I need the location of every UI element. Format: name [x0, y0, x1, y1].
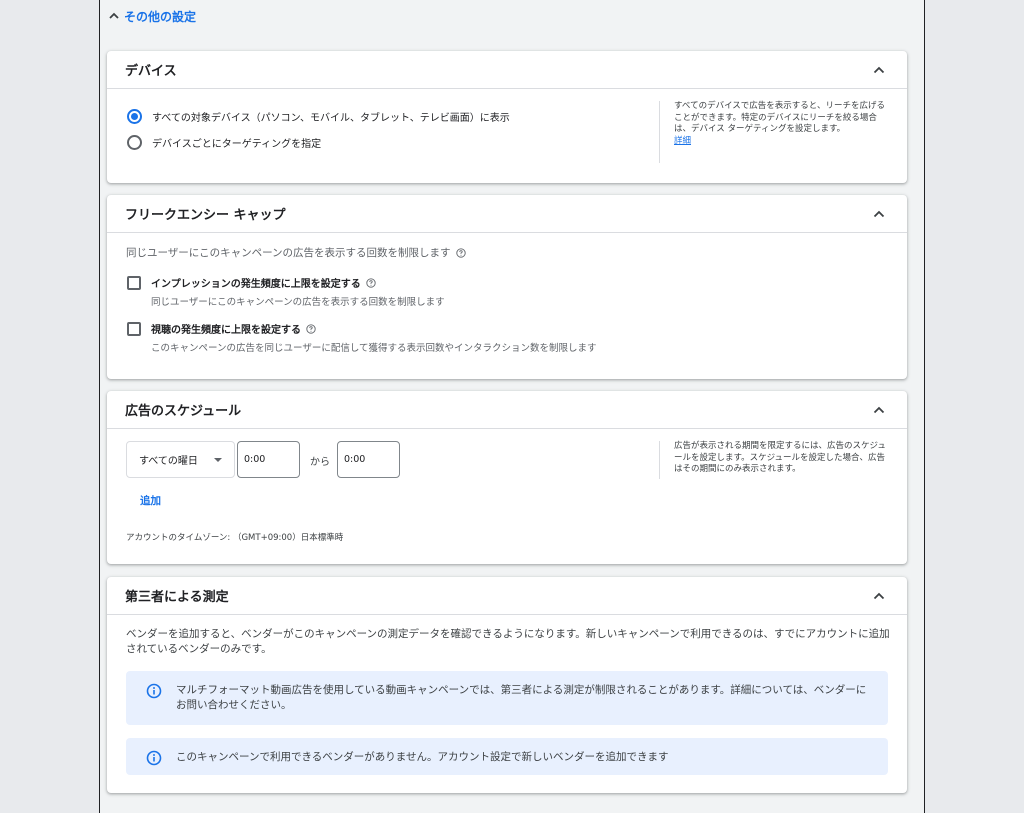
device-card-header: デバイス: [107, 51, 907, 89]
device-help-text: すべてのデバイスで広告を表示すると、リーチを広げることができます。特定のデバイス…: [674, 101, 885, 134]
chevron-up-icon[interactable]: [869, 60, 889, 80]
multiformat-notice: マルチフォーマット動画広告を使用している動画キャンペーンでは、第三者による測定が…: [126, 671, 888, 725]
impression-cap-label-row: インプレッションの発生頻度に上限を設定する: [151, 275, 445, 290]
day-select[interactable]: すべての曜日: [126, 441, 235, 478]
device-card-title: デバイス: [125, 64, 177, 79]
device-option-all-label: すべての対象デバイス（パソコン、モバイル、タブレット、テレビ画面）に表示: [152, 113, 510, 124]
frequency-description: 同じユーザーにこのキャンペーンの広告を表示する回数を制限します: [126, 245, 466, 260]
third-party-card-title: 第三者による測定: [125, 590, 229, 605]
device-help-link[interactable]: 詳細: [674, 136, 691, 146]
add-schedule-button[interactable]: 追加: [140, 493, 161, 508]
radio-unselected[interactable]: [127, 135, 142, 150]
device-option-all[interactable]: すべての対象デバイス（パソコン、モバイル、タブレット、テレビ画面）に表示: [127, 109, 510, 124]
start-time-input[interactable]: 0:00: [237, 441, 300, 478]
radio-selected[interactable]: [127, 109, 142, 124]
dropdown-caret-icon: [214, 457, 222, 462]
other-settings-title: その他の設定: [124, 9, 197, 24]
device-option-custom-label: デバイスごとにターゲティングを指定: [152, 139, 322, 150]
end-time-input[interactable]: 0:00: [337, 441, 400, 478]
help-circle-icon[interactable]: [306, 323, 316, 334]
help-circle-icon[interactable]: [366, 277, 376, 288]
frequency-card-header: フリークエンシー キャップ: [107, 195, 907, 233]
third-party-card-header: 第三者による測定: [107, 577, 907, 615]
schedule-help-text: 広告が表示される期間を限定するには、広告のスケジュールを設定します。スケジュール…: [674, 441, 886, 474]
device-card-body: すべての対象デバイス（パソコン、モバイル、タブレット、テレビ画面）に表示 デバイ…: [107, 89, 907, 183]
third-party-card: 第三者による測定 ベンダーを追加すると、ベンダーがこのキャンペーンの測定データを…: [107, 577, 907, 793]
day-select-value: すべての曜日: [139, 456, 198, 467]
frequency-description-text: 同じユーザーにこのキャンペーンの広告を表示する回数を制限します: [126, 247, 451, 259]
view-cap-label: 視聴の発生頻度に上限を設定する: [151, 325, 301, 336]
third-party-description: ベンダーを追加すると、ベンダーがこのキャンペーンの測定データを確認できるようにな…: [126, 628, 890, 655]
impression-cap-checkbox[interactable]: [127, 276, 141, 290]
view-cap-sub: このキャンペーンの広告を同じユーザーに配信して獲得する表示回数やインタラクション…: [151, 343, 597, 354]
impression-cap-option[interactable]: インプレッションの発生頻度に上限を設定する 同じユーザーにこのキャンペーンの広告…: [127, 275, 445, 308]
schedule-help: 広告が表示される期間を限定するには、広告のスケジュールを設定します。スケジュール…: [659, 441, 889, 479]
timezone-text: アカウントのタイムゾーン: （GMT+09:00）日本標準時: [126, 533, 344, 543]
help-circle-icon[interactable]: [455, 247, 466, 258]
info-icon: [146, 683, 162, 699]
chevron-up-icon[interactable]: [869, 586, 889, 606]
device-help: すべてのデバイスで広告を表示すると、リーチを広げることができます。特定のデバイス…: [659, 101, 889, 163]
chevron-up-icon[interactable]: [869, 204, 889, 224]
from-label: から: [310, 457, 330, 468]
chevron-up-icon: [106, 8, 122, 24]
view-cap-option[interactable]: 視聴の発生頻度に上限を設定する このキャンペーンの広告を同じユーザーに配信して獲…: [127, 321, 597, 354]
schedule-card-title: 広告のスケジュール: [125, 404, 242, 419]
impression-cap-sub: 同じユーザーにこのキャンペーンの広告を表示する回数を制限します: [151, 297, 445, 308]
ad-schedule-card: 広告のスケジュール すべての曜日 0:00 から 0:00 追加 アカウントのタ…: [107, 391, 907, 564]
frequency-cap-card: フリークエンシー キャップ 同じユーザーにこのキャンペーンの広告を表示する回数を…: [107, 195, 907, 379]
no-vendor-notice: このキャンペーンで利用できるベンダーがありません。アカウント設定で新しいベンダー…: [126, 738, 888, 775]
view-cap-checkbox[interactable]: [127, 322, 141, 336]
view-cap-label-row: 視聴の発生頻度に上限を設定する: [151, 321, 597, 336]
device-card: デバイス すべての対象デバイス（パソコン、モバイル、タブレット、テレビ画面）に表…: [107, 51, 907, 183]
start-time-value: 0:00: [244, 454, 266, 465]
device-option-custom[interactable]: デバイスごとにターゲティングを指定: [127, 135, 321, 150]
schedule-card-header: 広告のスケジュール: [107, 391, 907, 429]
frequency-card-body: 同じユーザーにこのキャンペーンの広告を表示する回数を制限します インプレッション…: [107, 233, 907, 379]
info-icon: [146, 750, 162, 766]
no-vendor-notice-text: このキャンペーンで利用できるベンダーがありません。アカウント設定で新しいベンダー…: [176, 751, 669, 763]
third-party-card-body: ベンダーを追加すると、ベンダーがこのキャンペーンの測定データを確認できるようにな…: [107, 615, 907, 793]
schedule-card-body: すべての曜日 0:00 から 0:00 追加 アカウントのタイムゾーン: （GM…: [107, 429, 907, 564]
chevron-up-icon[interactable]: [869, 400, 889, 420]
frequency-card-title: フリークエンシー キャップ: [125, 208, 286, 223]
multiformat-notice-text: マルチフォーマット動画広告を使用している動画キャンペーンでは、第三者による測定が…: [176, 684, 867, 711]
end-time-value: 0:00: [344, 454, 366, 465]
impression-cap-label: インプレッションの発生頻度に上限を設定する: [151, 279, 361, 290]
other-settings-toggle[interactable]: その他の設定: [106, 6, 196, 26]
